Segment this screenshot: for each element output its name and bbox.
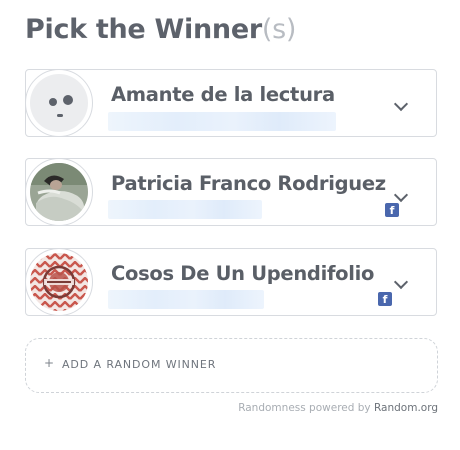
avatar [25, 248, 93, 316]
winner-email-redacted [108, 112, 336, 131]
placeholder-face-icon [30, 74, 88, 132]
page-title-main: Pick the Winner [25, 14, 262, 45]
powered-by-text: Randomness powered by Random.org [238, 402, 438, 414]
winner-name: Cosos De Un Upendifolio [111, 262, 375, 285]
winner-name: Patricia Franco Rodriguez [111, 172, 386, 195]
avatar [25, 69, 93, 137]
add-random-winner-label: ADD A RANDOM WINNER [62, 358, 217, 371]
winner-card[interactable]: Amante de la lectura [25, 69, 437, 137]
facebook-icon: f [385, 203, 399, 217]
patricia-photo [30, 163, 88, 221]
winner-card[interactable]: Cosos De Un Upendifolio f [25, 248, 437, 316]
facebook-icon: f [378, 292, 392, 306]
winner-card[interactable]: Patricia Franco Rodriguez f [25, 158, 437, 226]
powered-by-prefix: Randomness powered by [238, 402, 374, 414]
winner-email-redacted [108, 200, 262, 219]
random-org-link[interactable]: Random.org [374, 402, 438, 414]
winner-email-redacted [108, 290, 264, 309]
chevron-down-icon[interactable] [393, 274, 409, 290]
add-random-winner-button[interactable]: + ADD A RANDOM WINNER [25, 338, 438, 393]
page-title-suffix: (s) [261, 14, 297, 45]
page-title: Pick the Winner(s) [25, 14, 296, 45]
avatar [25, 158, 93, 226]
winner-name: Amante de la lectura [111, 83, 335, 106]
chevron-down-icon[interactable] [393, 187, 409, 203]
plus-icon: + [44, 356, 55, 370]
chevron-down-icon[interactable] [393, 96, 409, 112]
cosos-logo [30, 253, 88, 311]
